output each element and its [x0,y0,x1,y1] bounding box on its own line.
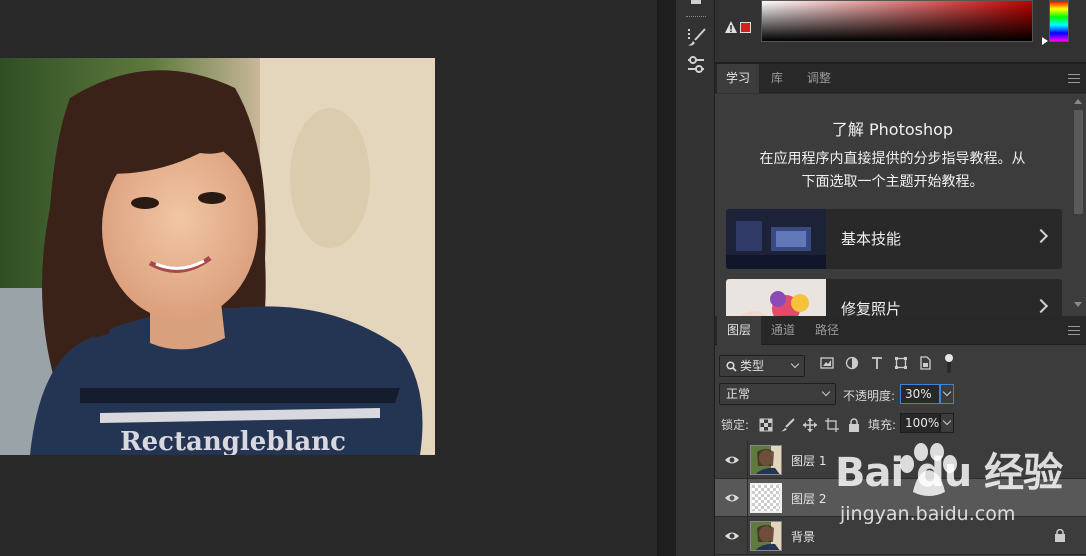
layer-divider [747,479,748,517]
panel-icon-strip [675,0,715,556]
opacity-dropdown-button[interactable] [940,384,954,404]
layer-name[interactable]: 图层 1 [791,452,826,469]
lock-label: 锁定: [721,418,750,432]
lesson-label: 基本技能 [841,230,902,248]
blend-mode-select[interactable]: 正常 [719,383,836,405]
tab-libraries[interactable]: 库 [759,64,795,93]
layer-row-layer-1[interactable]: 图层 1 [715,441,1086,479]
photoshop-window: Rectangleblanc 学习 库 调整 了解 Photoshop 在应用程… [0,0,1086,556]
strip-divider [686,16,706,17]
lock-position-icon[interactable] [803,418,817,432]
color-picker-field[interactable] [761,0,1033,42]
fill-label: 填充: [868,418,897,432]
layer-name[interactable]: 背景 [791,528,815,545]
color-panel [715,0,1086,64]
learn-description: 在应用程序内直接提供的分步指导教程。从 下面选取一个主题开始教程。 [735,148,1050,194]
fill-dropdown-button[interactable] [940,413,954,433]
smart-object-filter-icon[interactable] [918,356,934,372]
layer-row-background[interactable]: 背景 [715,517,1086,555]
tab-layers[interactable]: 图层 [717,316,761,345]
learn-title: 了解 Photoshop [831,120,954,139]
scrollbar-thumb[interactable] [1074,110,1083,214]
scroll-up-icon[interactable] [1074,99,1082,104]
filter-toggle-icon[interactable] [943,353,959,373]
layer-thumbnail [750,521,782,551]
type-filter-icon[interactable] [870,356,886,372]
panel-icon[interactable] [685,0,707,16]
document-image: Rectangleblanc [0,58,435,455]
lesson-thumbnail [726,279,826,316]
lesson-thumbnail [726,209,826,269]
layer-divider [747,441,748,479]
lock-transparent-pixels-icon[interactable] [759,418,773,432]
learn-description-line1: 在应用程序内直接提供的分步指导教程。从 [759,151,1026,167]
chevron-right-icon [1033,298,1049,314]
learn-panel-tabs: 学习 库 调整 [715,64,1086,93]
gamut-warning-icon[interactable] [724,20,738,34]
tab-adjustments[interactable]: 调整 [795,64,843,93]
opacity-input[interactable]: 30% [900,384,940,404]
layer-filter-value: 类型 [740,359,765,373]
right-panel-dock: 学习 库 调整 了解 Photoshop 在应用程序内直接提供的分步指导教程。从… [715,0,1086,556]
hue-slider-arrow[interactable] [1042,37,1048,45]
layer-thumbnail [750,445,782,475]
lesson-card-fix-photo[interactable]: 修复照片 [726,279,1062,316]
chevron-down-icon [790,359,800,369]
adjustment-filter-icon[interactable] [845,356,861,372]
blend-mode-value: 正常 [726,387,751,401]
chevron-down-icon [821,387,831,397]
lesson-label: 修复照片 [841,300,902,316]
lock-all-icon[interactable] [847,418,861,432]
visibility-eye-icon[interactable] [724,453,740,467]
scroll-down-icon[interactable] [1074,302,1082,307]
search-icon [726,361,737,372]
adjustments-sliders-icon[interactable] [685,54,707,76]
visibility-eye-icon[interactable] [724,491,740,505]
chevron-right-icon [1033,228,1049,244]
layers-panel: 类型 正常 不透明度: 30% 锁定: 填充: 100% 图层 1 图层 2 背… [715,345,1086,556]
layer-row-layer-2[interactable]: 图层 2 [715,479,1086,517]
shape-filter-icon[interactable] [894,356,910,372]
pixel-filter-icon[interactable] [820,356,836,372]
visibility-eye-icon[interactable] [724,529,740,543]
tab-paths[interactable]: 路径 [805,316,849,345]
hue-slider[interactable] [1049,0,1069,42]
tab-learn[interactable]: 学习 [717,64,759,93]
layers-panel-tabs: 图层 通道 路径 [715,316,1086,345]
learn-scrollbar[interactable] [1070,94,1086,316]
fill-input[interactable]: 100% [900,413,940,433]
layer-name[interactable]: 图层 2 [791,490,826,507]
tab-channels[interactable]: 通道 [761,316,805,345]
svg-text:Rectangleblanc: Rectangleblanc [120,427,346,455]
layer-divider [747,517,748,555]
panel-menu-icon[interactable] [1068,326,1080,335]
panel-menu-icon[interactable] [1068,74,1080,83]
opacity-label: 不透明度: [843,389,896,403]
document-canvas[interactable]: Rectangleblanc [0,0,657,556]
canvas-scrollbar[interactable] [657,0,675,556]
brush-settings-icon[interactable] [685,26,707,48]
learn-panel: 了解 Photoshop 在应用程序内直接提供的分步指导教程。从 下面选取一个主… [715,94,1086,316]
lock-artboard-icon[interactable] [825,418,839,432]
lock-icon[interactable] [1054,528,1066,542]
out-of-gamut-swatch[interactable] [740,22,751,33]
lesson-card-basic-skills[interactable]: 基本技能 [726,209,1062,269]
layer-filter-select[interactable]: 类型 [719,355,805,377]
lock-image-pixels-icon[interactable] [781,418,795,432]
layer-thumbnail-transparent [750,483,782,513]
learn-description-line2: 下面选取一个主题开始教程。 [801,174,984,190]
